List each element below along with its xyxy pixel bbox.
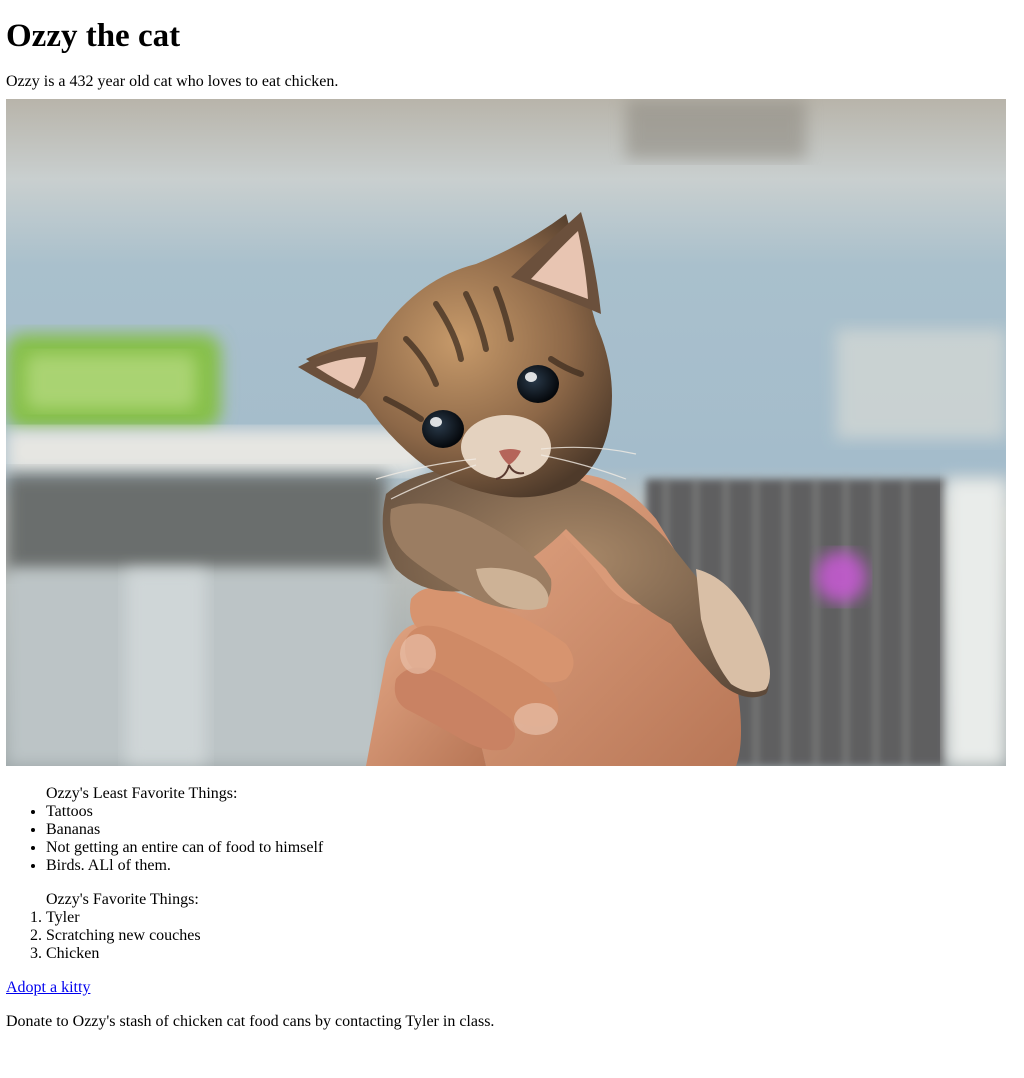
least-favorites-list: Tattoos Bananas Not getting an entire ca…	[6, 803, 1018, 875]
list-item: Bananas	[46, 821, 1018, 839]
list-item: Birds. ALl of them.	[46, 857, 1018, 875]
list-item: Not getting an entire can of food to him…	[46, 839, 1018, 857]
list-item: Scratching new couches	[46, 927, 1018, 945]
least-favorites-caption: Ozzy's Least Favorite Things:	[46, 785, 238, 802]
list-item: Tyler	[46, 909, 1018, 927]
adopt-kitty-link[interactable]: Adopt a kitty	[6, 979, 90, 997]
page-title: Ozzy the cat	[6, 18, 181, 54]
donate-text: Donate to Ozzy's stash of chicken cat fo…	[6, 1013, 495, 1030]
list-item: Chicken	[46, 945, 1018, 963]
favorites-caption: Ozzy's Favorite Things:	[46, 891, 199, 908]
kitten-photo	[6, 99, 1006, 766]
list-item: Tattoos	[46, 803, 1018, 821]
intro-text: Ozzy is a 432 year old cat who loves to …	[6, 73, 339, 90]
page: Ozzy the cat Ozzy is a 432 year old cat …	[0, 0, 1024, 1031]
favorites-list: Tyler Scratching new couches Chicken	[6, 909, 1018, 963]
least-favorites-section: Ozzy's Least Favorite Things: Tattoos Ba…	[6, 785, 1018, 875]
favorites-section: Ozzy's Favorite Things: Tyler Scratching…	[6, 891, 1018, 963]
kitten-image	[6, 99, 1006, 766]
